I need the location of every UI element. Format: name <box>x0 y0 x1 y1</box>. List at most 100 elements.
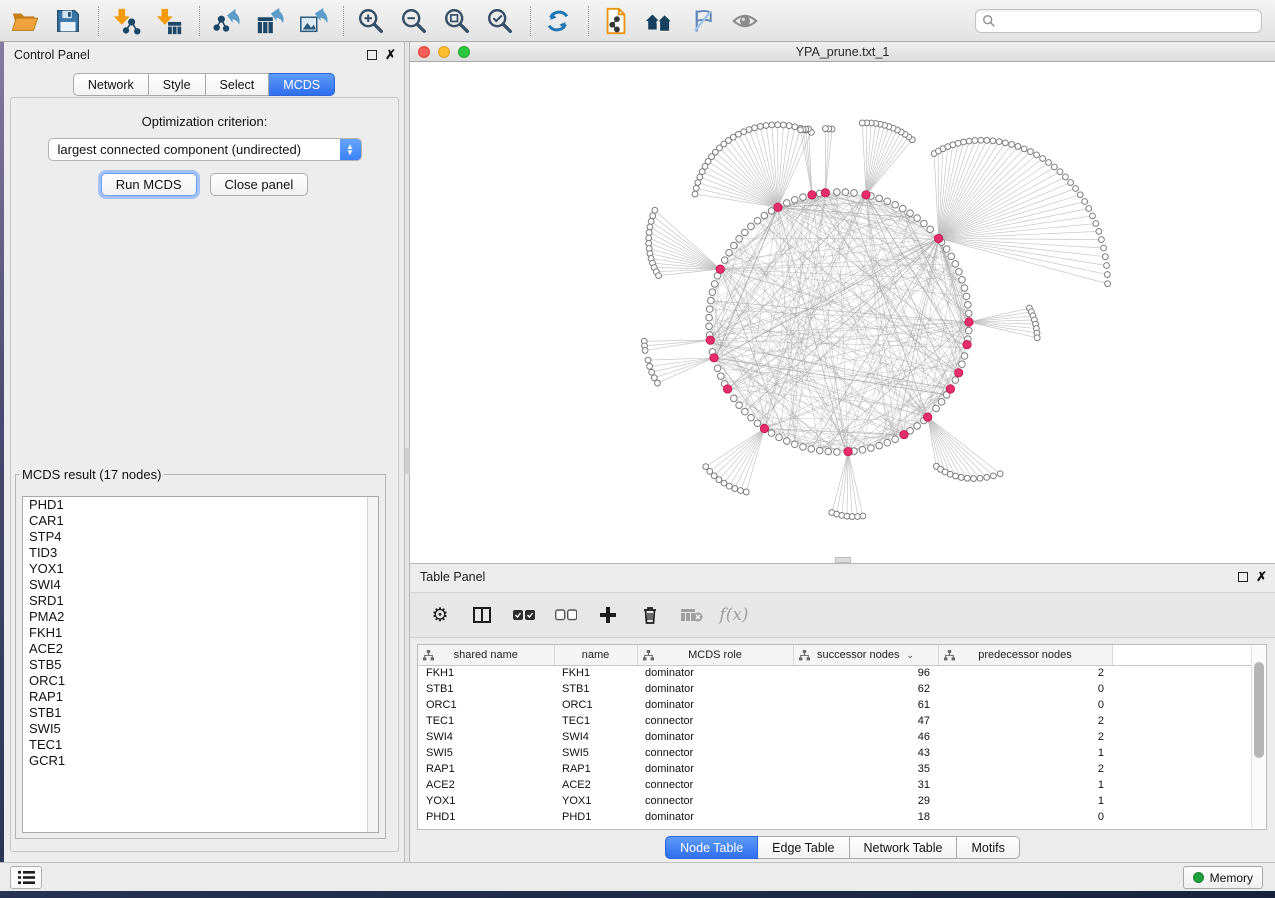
leaf-node[interactable] <box>823 126 829 132</box>
leaf-node[interactable] <box>1082 199 1088 205</box>
table-tab-motifs[interactable]: Motifs <box>957 836 1019 859</box>
leaf-node[interactable] <box>1034 335 1040 341</box>
cell-predecessor-nodes[interactable]: 1 <box>938 745 1112 761</box>
leaf-node[interactable] <box>775 122 781 128</box>
show-hide-button[interactable] <box>728 4 762 38</box>
mcds-node[interactable] <box>923 413 931 421</box>
ring-node[interactable] <box>965 302 972 309</box>
leaf-node[interactable] <box>1090 213 1096 219</box>
mcds-list-item[interactable]: STB5 <box>23 657 378 673</box>
leaf-node[interactable] <box>743 489 749 495</box>
leaf-node[interactable] <box>1104 263 1110 269</box>
leaf-node[interactable] <box>1051 164 1057 170</box>
cell-MCDS-role[interactable]: dominator <box>637 729 793 745</box>
leaf-node[interactable] <box>1002 140 1008 146</box>
mcds-list-item[interactable]: ORC1 <box>23 673 378 689</box>
cell-predecessor-nodes[interactable]: 2 <box>938 761 1112 777</box>
leaf-node[interactable] <box>752 125 758 131</box>
tab-mcds[interactable]: MCDS <box>269 73 335 96</box>
zoom-in-button[interactable] <box>354 4 388 38</box>
ring-node[interactable] <box>718 373 725 380</box>
leaf-node[interactable] <box>726 483 732 489</box>
ring-node[interactable] <box>808 446 815 453</box>
tab-select[interactable]: Select <box>206 73 270 96</box>
leaf-node[interactable] <box>972 138 978 144</box>
leaf-node[interactable] <box>649 369 655 375</box>
ring-node[interactable] <box>742 229 749 236</box>
leaf-node[interactable] <box>1021 146 1027 152</box>
ring-node[interactable] <box>859 447 866 454</box>
leaf-node[interactable] <box>652 207 658 213</box>
ring-node[interactable] <box>884 439 891 446</box>
open-session-button[interactable] <box>8 4 42 38</box>
float-panel-icon[interactable] <box>367 50 377 60</box>
delete-column-button[interactable] <box>638 603 662 627</box>
leaf-node[interactable] <box>645 357 651 363</box>
ring-node[interactable] <box>892 201 899 208</box>
leaf-node[interactable] <box>1077 192 1083 198</box>
mcds-node[interactable] <box>774 203 782 211</box>
leaf-node[interactable] <box>763 123 769 129</box>
ring-node[interactable] <box>736 402 743 409</box>
ring-node[interactable] <box>791 196 798 203</box>
cell-MCDS-role[interactable]: connector <box>637 793 793 809</box>
ring-node[interactable] <box>956 268 963 275</box>
ring-node[interactable] <box>825 448 832 455</box>
ring-node[interactable] <box>952 377 959 384</box>
leaf-node[interactable] <box>1040 156 1046 162</box>
cell-name[interactable]: STB1 <box>554 681 637 697</box>
ring-node[interactable] <box>768 430 775 437</box>
cell-successor-nodes[interactable]: 31 <box>793 777 938 793</box>
select-all-button[interactable] <box>512 603 536 627</box>
ring-node[interactable] <box>851 190 858 197</box>
leaf-node[interactable] <box>798 127 804 133</box>
cell-name[interactable]: SWI4 <box>554 729 637 745</box>
mcds-node[interactable] <box>946 385 954 393</box>
network-home-button[interactable] <box>642 4 676 38</box>
table-row[interactable]: ACE2ACE2connector311 <box>418 777 1254 793</box>
ring-node[interactable] <box>842 189 849 196</box>
column-header-shared-name[interactable]: shared name <box>418 645 554 665</box>
zoom-out-button[interactable] <box>397 4 431 38</box>
leaf-node[interactable] <box>984 474 990 480</box>
cell-MCDS-role[interactable]: dominator <box>637 809 793 825</box>
leaf-node[interactable] <box>971 476 977 482</box>
mcds-node[interactable] <box>710 354 718 362</box>
leaf-node[interactable] <box>697 174 703 180</box>
ring-node[interactable] <box>731 242 738 249</box>
ring-node[interactable] <box>927 226 934 233</box>
ring-node[interactable] <box>965 327 972 334</box>
ring-node[interactable] <box>952 261 959 268</box>
leaf-node[interactable] <box>654 380 660 386</box>
table-row[interactable]: SWI5SWI5connector431 <box>418 745 1254 761</box>
leaf-node[interactable] <box>1063 174 1069 180</box>
table-scrollbar[interactable] <box>1251 646 1265 828</box>
ring-node[interactable] <box>748 223 755 230</box>
cell-shared-name[interactable]: RAP1 <box>418 761 554 777</box>
cell-predecessor-nodes[interactable]: 2 <box>938 729 1112 745</box>
ring-node[interactable] <box>961 353 968 360</box>
column-layout-button[interactable] <box>470 603 494 627</box>
cell-successor-nodes[interactable]: 35 <box>793 761 938 777</box>
zoom-selected-button[interactable] <box>483 4 517 38</box>
ring-node[interactable] <box>706 314 713 321</box>
table-row[interactable]: TEC1TEC1connector472 <box>418 713 1254 729</box>
leaf-node[interactable] <box>984 137 990 143</box>
cell-MCDS-role[interactable]: connector <box>637 713 793 729</box>
mcds-node[interactable] <box>706 336 714 344</box>
ring-node[interactable] <box>816 447 823 454</box>
cell-shared-name[interactable]: YOX1 <box>418 793 554 809</box>
leaf-node[interactable] <box>732 486 738 492</box>
cell-name[interactable]: ORC1 <box>554 697 637 713</box>
tab-network[interactable]: Network <box>73 73 149 96</box>
leaf-node[interactable] <box>695 180 701 186</box>
leaf-node[interactable] <box>990 473 996 479</box>
ring-node[interactable] <box>748 414 755 421</box>
mcds-node[interactable] <box>963 340 971 348</box>
hide-labels-button[interactable] <box>685 4 719 38</box>
cell-predecessor-nodes[interactable]: 2 <box>938 713 1112 729</box>
save-session-button[interactable] <box>51 4 85 38</box>
leaf-node[interactable] <box>1028 149 1034 155</box>
mcds-node[interactable] <box>821 189 829 197</box>
cell-predecessor-nodes[interactable]: 0 <box>938 681 1112 697</box>
